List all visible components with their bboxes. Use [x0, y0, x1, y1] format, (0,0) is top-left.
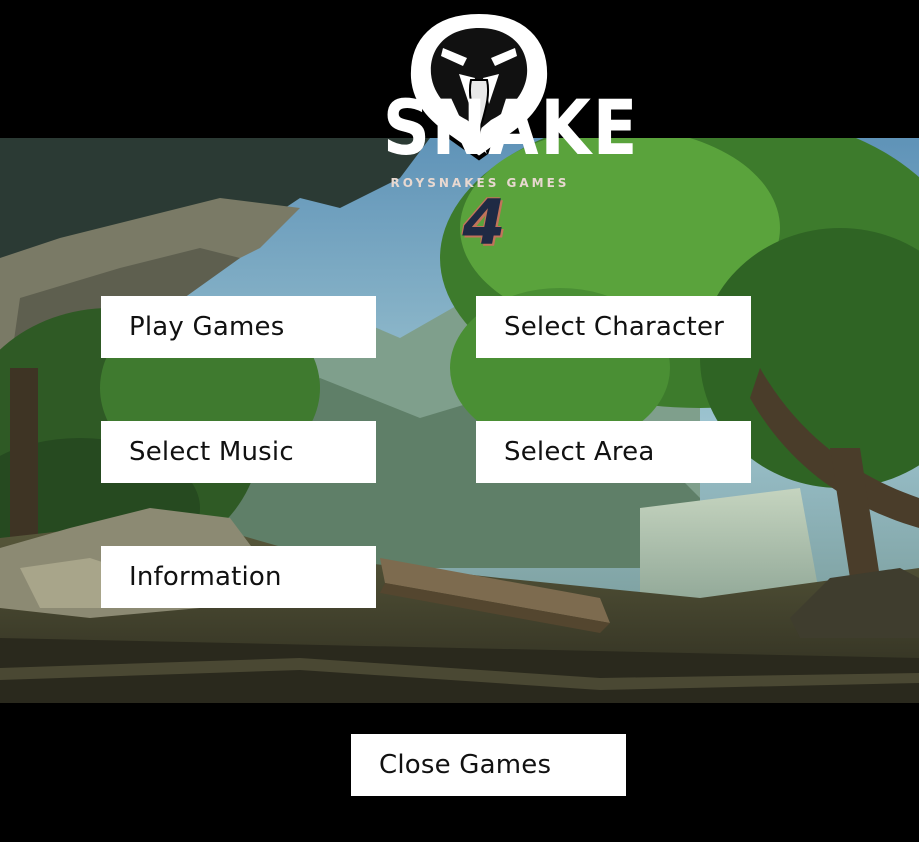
logo-title: SNAKE: [382, 83, 640, 172]
play-games-button[interactable]: Play Games: [101, 296, 376, 358]
close-games-button[interactable]: Close Games: [351, 734, 626, 796]
logo-number: 4: [462, 186, 506, 259]
select-area-button[interactable]: Select Area: [476, 421, 751, 483]
select-character-button[interactable]: Select Character: [476, 296, 751, 358]
select-music-button[interactable]: Select Music: [101, 421, 376, 483]
information-button[interactable]: Information: [101, 546, 376, 608]
